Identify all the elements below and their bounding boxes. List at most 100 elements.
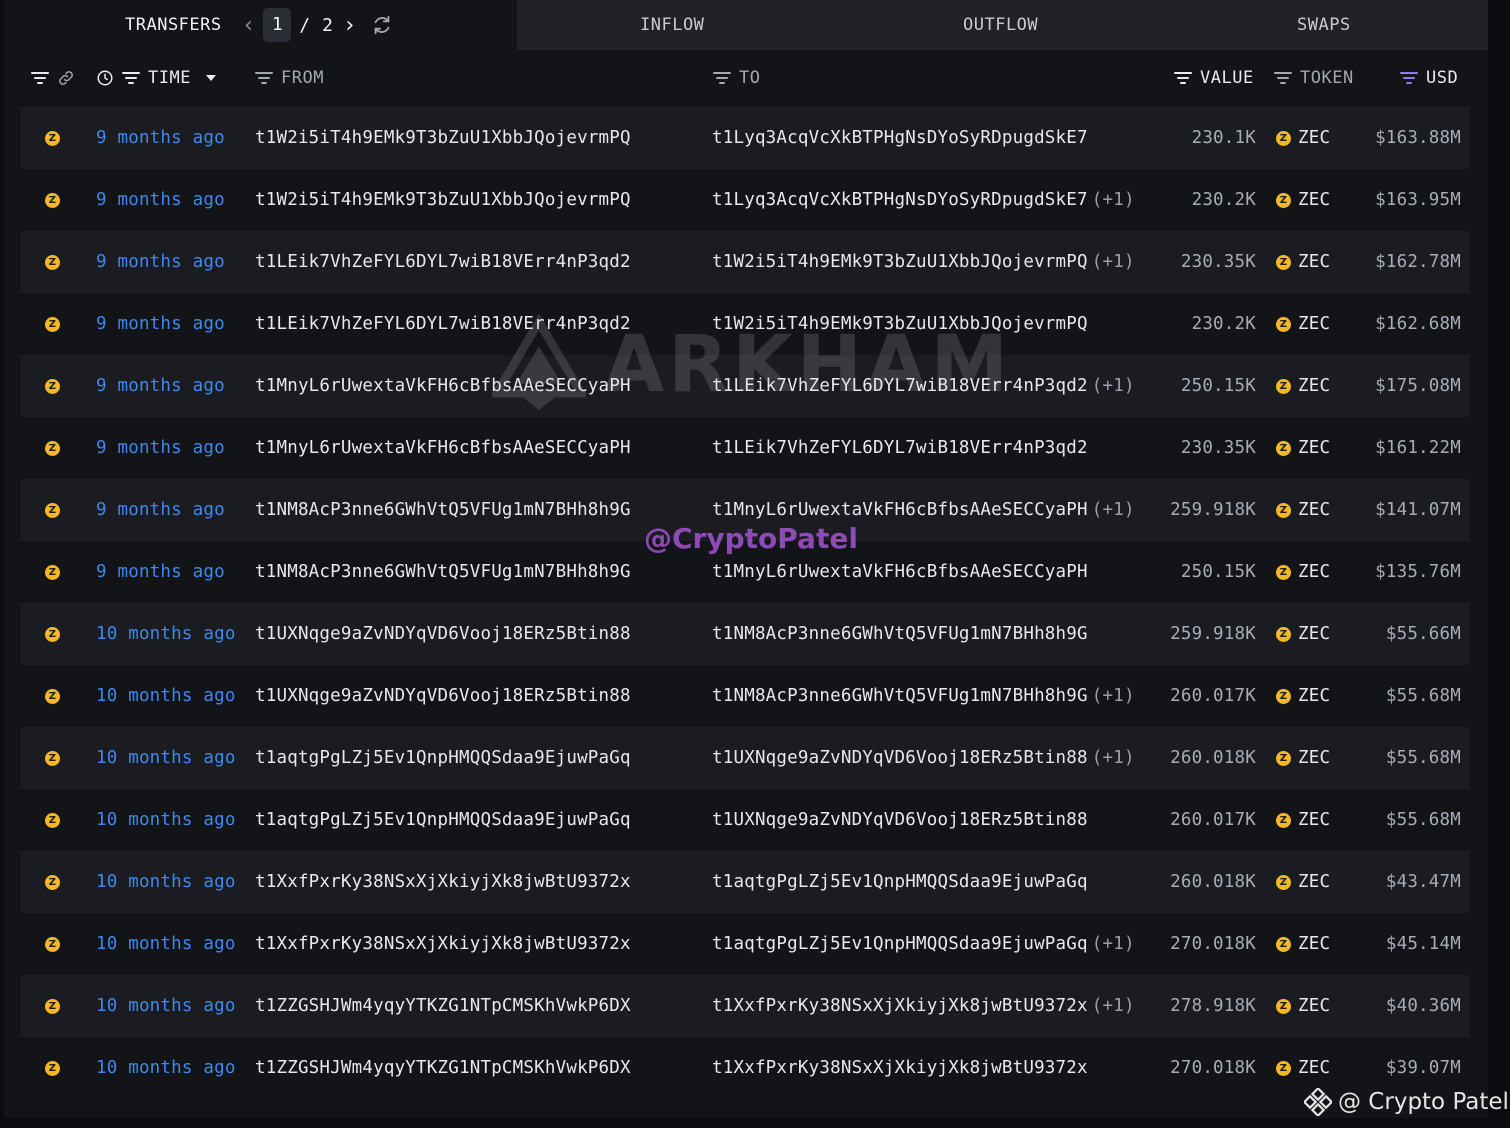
row-time-link[interactable]: 10 months ago	[96, 1037, 236, 1099]
row-from-address[interactable]: t1W2i5iT4h9EMk9T3bZuU1XbbJQojevrmPQ	[255, 107, 631, 169]
table-row[interactable]: 10 months ago t1UXNqge9aZvNDYqVD6Vooj18ER…	[21, 665, 1470, 727]
row-token[interactable]: ZEC	[1298, 541, 1330, 603]
header-token[interactable]: TOKEN	[1274, 56, 1354, 100]
row-from-address[interactable]: t1MnyL6rUwextaVkFH6cBfbsAAeSECCyaPH	[255, 417, 631, 479]
header-to[interactable]: TO	[713, 56, 760, 100]
row-token[interactable]: ZEC	[1298, 913, 1330, 975]
row-to-address[interactable]: t1UXNqge9aZvNDYqVD6Vooj18ERz5Btin88	[712, 810, 1088, 830]
row-token[interactable]: ZEC	[1298, 727, 1330, 789]
row-token[interactable]: ZEC	[1298, 603, 1330, 665]
row-token[interactable]: ZEC	[1298, 851, 1330, 913]
row-to-address[interactable]: t1MnyL6rUwextaVkFH6cBfbsAAeSECCyaPH	[712, 562, 1088, 582]
row-to-extra-count[interactable]: (+1)	[1092, 748, 1135, 768]
header-value[interactable]: VALUE	[1174, 56, 1254, 100]
row-token[interactable]: ZEC	[1298, 293, 1330, 355]
row-from-address[interactable]: t1W2i5iT4h9EMk9T3bZuU1XbbJQojevrmPQ	[255, 169, 631, 231]
row-to-address[interactable]: t1UXNqge9aZvNDYqVD6Vooj18ERz5Btin88	[712, 748, 1088, 768]
table-row[interactable]: 10 months ago t1ZZGSHJWm4yqyYTKZG1NTpCMSK…	[21, 975, 1470, 1037]
row-from-address[interactable]: t1UXNqge9aZvNDYqVD6Vooj18ERz5Btin88	[255, 665, 631, 727]
row-from-address[interactable]: t1LEik7VhZeFYL6DYL7wiB18VErr4nP3qd2	[255, 231, 631, 293]
row-from-address[interactable]: t1XxfPxrKy38NSxXjXkiyjXk8jwBtU9372x	[255, 851, 631, 913]
row-to-address[interactable]: t1XxfPxrKy38NSxXjXkiyjXk8jwBtU9372x	[712, 996, 1088, 1016]
row-to-address[interactable]: t1W2i5iT4h9EMk9T3bZuU1XbbJQojevrmPQ	[712, 252, 1088, 272]
row-to-address[interactable]: t1aqtgPgLZj5Ev1QnpHMQQSdaa9EjuwPaGq	[712, 872, 1088, 892]
row-time-link[interactable]: 10 months ago	[96, 727, 236, 789]
row-from-address[interactable]: t1aqtgPgLZj5Ev1QnpHMQQSdaa9EjuwPaGq	[255, 789, 631, 851]
row-time-link[interactable]: 9 months ago	[96, 479, 225, 541]
row-to-address[interactable]: t1LEik7VhZeFYL6DYL7wiB18VErr4nP3qd2	[712, 438, 1088, 458]
row-token[interactable]: ZEC	[1298, 169, 1330, 231]
row-to-extra-count[interactable]: (+1)	[1092, 996, 1135, 1016]
tab-transfers[interactable]: TRANSFERS ‹ 1 / 2 ›	[4, 0, 517, 50]
table-row[interactable]: 10 months ago t1XxfPxrKy38NSxXjXkiyjXk8jw…	[21, 851, 1470, 913]
row-token[interactable]: ZEC	[1298, 665, 1330, 727]
row-token[interactable]: ZEC	[1298, 355, 1330, 417]
row-to-address[interactable]: t1Lyq3AcqVcXkBTPHgNsDYoSyRDpugdSkE7	[712, 128, 1088, 148]
table-row[interactable]: 10 months ago t1aqtgPgLZj5Ev1QnpHMQQSdaa9…	[21, 727, 1470, 789]
row-token[interactable]: ZEC	[1298, 789, 1330, 851]
table-row[interactable]: 9 months ago t1W2i5iT4h9EMk9T3bZuU1XbbJQo…	[21, 169, 1470, 231]
row-token[interactable]: ZEC	[1298, 107, 1330, 169]
filter-icon[interactable]	[31, 71, 49, 85]
row-time-link[interactable]: 9 months ago	[96, 541, 225, 603]
row-time-link[interactable]: 9 months ago	[96, 293, 225, 355]
tab-inflow[interactable]: INFLOW	[640, 0, 704, 50]
row-time-link[interactable]: 9 months ago	[96, 355, 225, 417]
row-time-link[interactable]: 10 months ago	[96, 913, 236, 975]
row-time-link[interactable]: 10 months ago	[96, 975, 236, 1037]
chevron-left-icon[interactable]: ‹	[242, 13, 255, 38]
row-to-extra-count[interactable]: (+1)	[1092, 934, 1135, 954]
row-from-address[interactable]: t1ZZGSHJWm4yqyYTKZG1NTpCMSKhVwkP6DX	[255, 1037, 631, 1099]
row-time-link[interactable]: 10 months ago	[96, 789, 236, 851]
table-row[interactable]: 10 months ago t1XxfPxrKy38NSxXjXkiyjXk8jw…	[21, 913, 1470, 975]
row-time-link[interactable]: 10 months ago	[96, 665, 236, 727]
page-current[interactable]: 1	[263, 8, 292, 42]
row-time-link[interactable]: 9 months ago	[96, 107, 225, 169]
row-token[interactable]: ZEC	[1298, 975, 1330, 1037]
row-token[interactable]: ZEC	[1298, 231, 1330, 293]
row-token[interactable]: ZEC	[1298, 417, 1330, 479]
row-to-extra-count[interactable]: (+1)	[1092, 190, 1135, 210]
token-filter-icon[interactable]	[1274, 71, 1292, 85]
row-from-address[interactable]: t1NM8AcP3nne6GWhVtQ5VFUg1mN7BHh8h9G	[255, 479, 631, 541]
tab-swaps[interactable]: SWAPS	[1297, 0, 1351, 50]
row-to-extra-count[interactable]: (+1)	[1092, 252, 1135, 272]
from-filter-icon[interactable]	[255, 71, 273, 85]
table-row[interactable]: 9 months ago t1NM8AcP3nne6GWhVtQ5VFUg1mN7…	[21, 479, 1470, 541]
chevron-right-icon[interactable]: ›	[343, 13, 356, 38]
row-time-link[interactable]: 9 months ago	[96, 417, 225, 479]
row-time-link[interactable]: 9 months ago	[96, 169, 225, 231]
usd-filter-icon[interactable]	[1400, 71, 1418, 85]
row-from-address[interactable]: t1UXNqge9aZvNDYqVD6Vooj18ERz5Btin88	[255, 603, 631, 665]
time-filter-icon[interactable]	[122, 71, 140, 85]
row-to-extra-count[interactable]: (+1)	[1092, 376, 1135, 396]
table-row[interactable]: 10 months ago t1aqtgPgLZj5Ev1QnpHMQQSdaa9…	[21, 789, 1470, 851]
row-from-address[interactable]: t1XxfPxrKy38NSxXjXkiyjXk8jwBtU9372x	[255, 913, 631, 975]
value-filter-icon[interactable]	[1174, 71, 1192, 85]
to-filter-icon[interactable]	[713, 71, 731, 85]
header-from[interactable]: FROM	[255, 56, 324, 100]
row-from-address[interactable]: t1NM8AcP3nne6GWhVtQ5VFUg1mN7BHh8h9G	[255, 541, 631, 603]
sort-desc-icon[interactable]	[205, 74, 217, 82]
row-to-address[interactable]: t1Lyq3AcqVcXkBTPHgNsDYoSyRDpugdSkE7	[712, 190, 1088, 210]
table-row[interactable]: 9 months ago t1NM8AcP3nne6GWhVtQ5VFUg1mN7…	[21, 541, 1470, 603]
row-token[interactable]: ZEC	[1298, 1037, 1330, 1099]
refresh-icon[interactable]	[371, 14, 393, 36]
row-from-address[interactable]: t1MnyL6rUwextaVkFH6cBfbsAAeSECCyaPH	[255, 355, 631, 417]
row-from-address[interactable]: t1LEik7VhZeFYL6DYL7wiB18VErr4nP3qd2	[255, 293, 631, 355]
row-to-address[interactable]: t1XxfPxrKy38NSxXjXkiyjXk8jwBtU9372x	[712, 1058, 1088, 1078]
row-token[interactable]: ZEC	[1298, 479, 1330, 541]
table-row[interactable]: 9 months ago t1MnyL6rUwextaVkFH6cBfbsAAeS…	[21, 355, 1470, 417]
table-row[interactable]: 9 months ago t1LEik7VhZeFYL6DYL7wiB18VErr…	[21, 231, 1470, 293]
row-to-address[interactable]: t1LEik7VhZeFYL6DYL7wiB18VErr4nP3qd2	[712, 376, 1088, 396]
link-icon[interactable]	[57, 69, 75, 87]
row-from-address[interactable]: t1ZZGSHJWm4yqyYTKZG1NTpCMSKhVwkP6DX	[255, 975, 631, 1037]
row-to-address[interactable]: t1NM8AcP3nne6GWhVtQ5VFUg1mN7BHh8h9G	[712, 686, 1088, 706]
row-to-address[interactable]: t1MnyL6rUwextaVkFH6cBfbsAAeSECCyaPH	[712, 500, 1088, 520]
table-row[interactable]: 10 months ago t1ZZGSHJWm4yqyYTKZG1NTpCMSK…	[21, 1037, 1470, 1099]
tab-outflow[interactable]: OUTFLOW	[963, 0, 1038, 50]
row-to-extra-count[interactable]: (+1)	[1092, 500, 1135, 520]
row-to-extra-count[interactable]: (+1)	[1092, 686, 1135, 706]
row-to-address[interactable]: t1NM8AcP3nne6GWhVtQ5VFUg1mN7BHh8h9G	[712, 624, 1088, 644]
row-time-link[interactable]: 10 months ago	[96, 851, 236, 913]
